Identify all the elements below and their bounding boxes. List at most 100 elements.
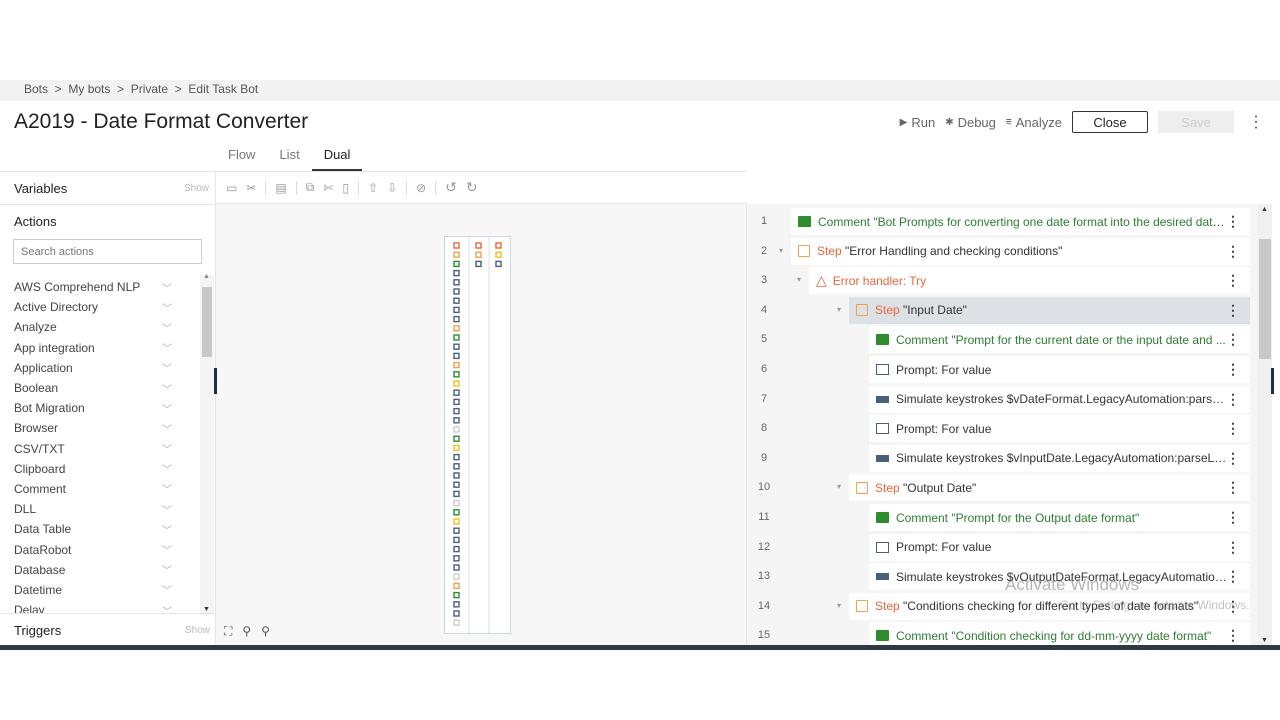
row-menu-icon[interactable]: ⋮ xyxy=(1226,420,1240,437)
list-item[interactable]: Comment "Prompt for the Output date form… xyxy=(869,504,1250,531)
line-number: 8 xyxy=(760,422,768,435)
minimap-node xyxy=(453,453,460,461)
variables-header[interactable]: Variables Show xyxy=(0,172,215,205)
minimap-node xyxy=(453,472,460,479)
action-category[interactable]: DataRobot ﹀ xyxy=(0,539,200,559)
triggers-header[interactable]: Triggers Show xyxy=(0,613,216,646)
list-item[interactable]: Prompt: For value ⋮ xyxy=(869,356,1250,383)
row-menu-icon[interactable]: ⋮ xyxy=(1226,243,1240,260)
row-menu-icon[interactable]: ⋮ xyxy=(1226,213,1240,230)
action-category[interactable]: Delay ﹀ xyxy=(0,600,200,613)
flow-canvas[interactable]: ⛶ ⚲ ⚲ xyxy=(216,204,746,646)
move-up-icon[interactable]: ⇧ xyxy=(368,181,378,195)
list-item[interactable]: Comment "Bot Prompts for converting one … xyxy=(791,208,1250,235)
close-button[interactable]: Close xyxy=(1072,111,1148,133)
list-item[interactable]: △ Error handler: Try ⋮ xyxy=(809,267,1250,295)
action-category-label: Datetime xyxy=(14,582,63,597)
action-category[interactable]: Datetime ﹀ xyxy=(0,580,200,600)
record-icon[interactable]: ▭ xyxy=(226,181,237,195)
cut-icon[interactable]: ✄ xyxy=(323,181,333,195)
row-menu-icon[interactable]: ⋮ xyxy=(1226,272,1240,289)
list-item[interactable]: Prompt: For value ⋮ xyxy=(869,533,1250,561)
list-item[interactable]: Comment "Prompt for the current date or … xyxy=(869,326,1250,354)
minimap-node xyxy=(453,242,460,249)
list-item[interactable]: Step "Input Date" ⋮ xyxy=(849,296,1250,324)
action-category[interactable]: Clipboard ﹀ xyxy=(0,459,200,479)
capture-icon[interactable]: ▤ xyxy=(275,181,286,195)
scroll-down-icon[interactable]: ▼ xyxy=(203,606,210,613)
action-category[interactable]: Application ﹀ xyxy=(0,358,200,378)
variables-show-link[interactable]: Show xyxy=(184,183,209,194)
collapse-toggle-icon[interactable]: ▾ xyxy=(837,482,841,491)
flow-minimap[interactable] xyxy=(444,236,511,634)
paste-icon[interactable]: ▯ xyxy=(342,181,349,195)
row-menu-icon[interactable]: ⋮ xyxy=(1226,509,1240,526)
row-menu-icon[interactable]: ⋮ xyxy=(1226,331,1240,348)
scroll-up-icon[interactable]: ▲ xyxy=(1261,206,1268,213)
left-splitter-handle[interactable] xyxy=(214,368,217,394)
row-menu-icon[interactable]: ⋮ xyxy=(1226,361,1240,378)
scrollbar-thumb[interactable] xyxy=(202,287,212,357)
analyze-button[interactable]: ⩳ Analyze xyxy=(1006,115,1062,130)
collapse-toggle-icon[interactable]: ▾ xyxy=(837,305,841,314)
action-category[interactable]: App integration ﹀ xyxy=(0,338,200,358)
list-item[interactable]: Simulate keystrokes $vDateFormat.LegacyA… xyxy=(869,385,1250,413)
action-category[interactable]: CSV/TXT ﹀ xyxy=(0,439,200,459)
row-menu-icon[interactable]: ⋮ xyxy=(1226,479,1240,496)
breadcrumb-item[interactable]: Private xyxy=(131,82,168,96)
tab-flow[interactable]: Flow xyxy=(216,140,267,171)
row-menu-icon[interactable]: ⋮ xyxy=(1226,391,1240,408)
actions-scrollbar[interactable]: ▲ ▼ xyxy=(200,273,214,615)
save-button[interactable]: Save xyxy=(1158,111,1234,133)
list-scrollbar[interactable]: ▲ ▼ xyxy=(1258,204,1272,646)
collapse-toggle-icon[interactable]: ▾ xyxy=(779,246,783,255)
list-item[interactable]: Comment "Condition checking for dd-mm-yy… xyxy=(869,622,1250,646)
scrollbar-thumb[interactable] xyxy=(1259,239,1271,359)
play-icon: ▶ xyxy=(899,116,908,128)
action-category[interactable]: Data Table ﹀ xyxy=(0,519,200,539)
tab-list[interactable]: List xyxy=(267,140,311,171)
action-category[interactable]: Browser ﹀ xyxy=(0,418,200,438)
divider xyxy=(265,180,267,195)
zoom-in-icon[interactable]: ⚲ xyxy=(261,624,270,639)
disable-icon[interactable]: ✂ xyxy=(246,181,256,195)
toggle-icon[interactable]: ⊘ xyxy=(416,181,426,195)
row-menu-icon[interactable]: ⋮ xyxy=(1226,627,1240,644)
action-category[interactable]: AWS Comprehend NLP ﹀ xyxy=(0,277,200,297)
splitter-handle[interactable] xyxy=(1271,368,1274,394)
more-options-icon[interactable]: ⋮ xyxy=(1244,112,1268,132)
scroll-up-icon[interactable]: ▲ xyxy=(203,273,210,280)
action-category[interactable]: Boolean ﹀ xyxy=(0,378,200,398)
triggers-show-link[interactable]: Show xyxy=(185,625,210,636)
breadcrumb-item[interactable]: My bots xyxy=(68,82,110,96)
action-category[interactable]: Active Directory ﹀ xyxy=(0,297,200,317)
scroll-down-icon[interactable]: ▼ xyxy=(1261,637,1268,644)
row-menu-icon[interactable]: ⋮ xyxy=(1226,302,1240,319)
collapse-toggle-icon[interactable]: ▾ xyxy=(797,275,801,284)
row-menu-icon[interactable]: ⋮ xyxy=(1226,568,1240,585)
search-actions-input[interactable] xyxy=(13,239,202,264)
copy-icon[interactable]: ⧉ xyxy=(306,180,315,195)
fit-screen-icon[interactable]: ⛶ xyxy=(224,624,232,639)
list-item[interactable]: Step "Output Date" ⋮ xyxy=(849,474,1250,502)
action-category[interactable]: Database ﹀ xyxy=(0,560,200,580)
list-item[interactable]: Simulate keystrokes $vInputDate.LegacyAu… xyxy=(869,444,1250,472)
row-menu-icon[interactable]: ⋮ xyxy=(1226,450,1240,467)
action-category[interactable]: DLL ﹀ xyxy=(0,499,200,519)
action-category[interactable]: Comment ﹀ xyxy=(0,479,200,499)
debug-button[interactable]: ✱ Debug xyxy=(945,115,996,130)
step-icon xyxy=(856,481,868,494)
tab-dual[interactable]: Dual xyxy=(311,140,363,171)
breadcrumb-item[interactable]: Bots xyxy=(24,82,48,96)
undo-icon[interactable]: ↺ xyxy=(445,179,457,196)
run-button[interactable]: ▶ Run xyxy=(900,115,936,130)
collapse-toggle-icon[interactable]: ▾ xyxy=(837,601,841,610)
list-item[interactable]: Prompt: For value ⋮ xyxy=(869,415,1250,443)
list-item[interactable]: Step "Error Handling and checking condit… xyxy=(791,237,1250,265)
action-category[interactable]: Bot Migration ﹀ xyxy=(0,398,200,418)
action-category[interactable]: Analyze ﹀ xyxy=(0,317,200,337)
redo-icon[interactable]: ↻ xyxy=(466,179,478,196)
zoom-out-icon[interactable]: ⚲ xyxy=(242,624,251,639)
move-down-icon[interactable]: ⇩ xyxy=(387,181,397,195)
row-menu-icon[interactable]: ⋮ xyxy=(1226,539,1240,556)
